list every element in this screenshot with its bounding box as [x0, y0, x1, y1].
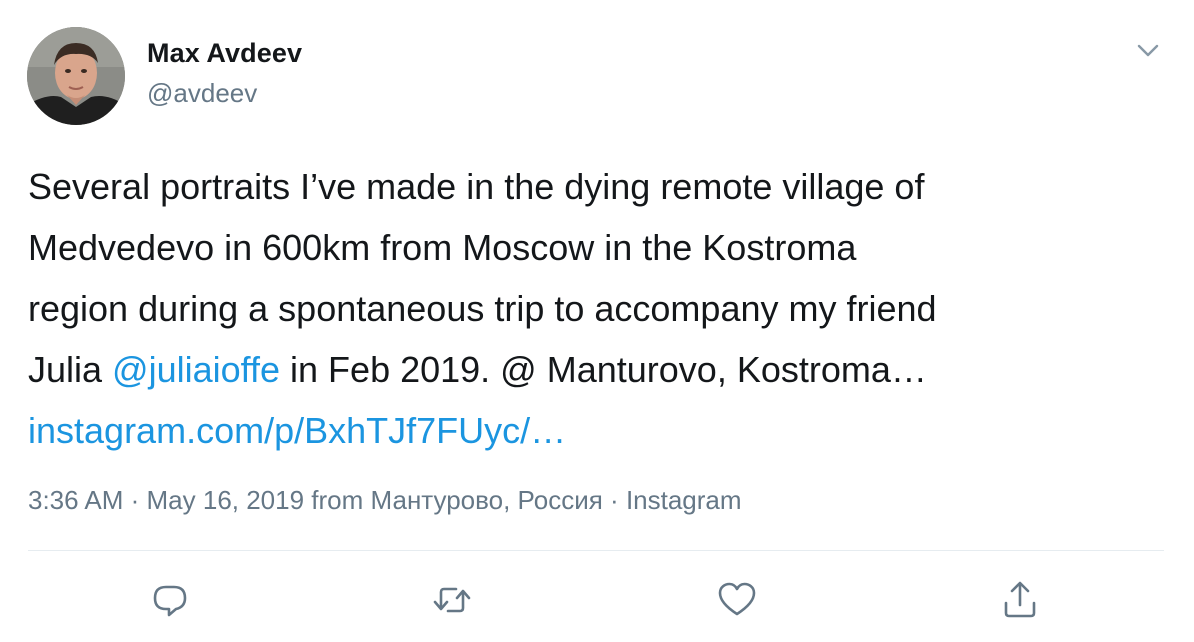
like-button[interactable]: [715, 578, 759, 622]
tweet-text-line: Several portraits I’ve made in the dying…: [28, 166, 925, 207]
location-link[interactable]: Мантурово, Россия: [371, 485, 603, 515]
tweet-text-segment: Julia: [28, 349, 113, 390]
heart-icon: [718, 582, 756, 616]
reply-button[interactable]: [148, 578, 192, 622]
avatar[interactable]: [27, 27, 125, 125]
tweet-text-line: region during a spontaneous trip to acco…: [28, 288, 937, 329]
separator: ·: [602, 485, 626, 515]
reply-icon: [153, 585, 187, 617]
tweet-text-line: instagram.com/p/BxhTJf7FUyc/…: [28, 400, 1168, 461]
tweet-text-line: Medvedevo in 600km from Moscow in the Ko…: [28, 227, 857, 268]
share-icon: [1004, 581, 1036, 618]
source-link[interactable]: Instagram: [626, 485, 742, 515]
tweet-text-segment: in Feb 2019. @ Manturovo, Kostroma…: [280, 349, 927, 390]
from-label: from: [304, 485, 371, 515]
divider: [28, 550, 1164, 551]
retweet-button[interactable]: [430, 578, 474, 622]
author-name[interactable]: Max Avdeev: [147, 38, 302, 69]
author-handle[interactable]: @avdeev: [147, 78, 257, 109]
mention-link[interactable]: @juliaioffe: [112, 349, 280, 390]
timestamp-date[interactable]: May 16, 2019: [147, 485, 305, 515]
chevron-down-icon[interactable]: [1134, 36, 1162, 64]
share-button[interactable]: [998, 578, 1042, 622]
tweet-card: Max Avdeev @avdeev Several portraits I’v…: [0, 0, 1194, 642]
tweet-text: Several portraits I’ve made in the dying…: [28, 156, 1168, 461]
retweet-icon: [433, 587, 471, 613]
avatar-image: [27, 27, 125, 125]
tweet-metadata: 3:36 AM · May 16, 2019 from Мантурово, Р…: [28, 485, 742, 516]
separator: ·: [123, 485, 147, 515]
tweet-text-line: Julia @juliaioffe in Feb 2019. @ Manturo…: [28, 339, 1168, 400]
instagram-link[interactable]: instagram.com/p/BxhTJf7FUyc/…: [28, 410, 566, 451]
timestamp-time[interactable]: 3:36 AM: [28, 485, 123, 515]
